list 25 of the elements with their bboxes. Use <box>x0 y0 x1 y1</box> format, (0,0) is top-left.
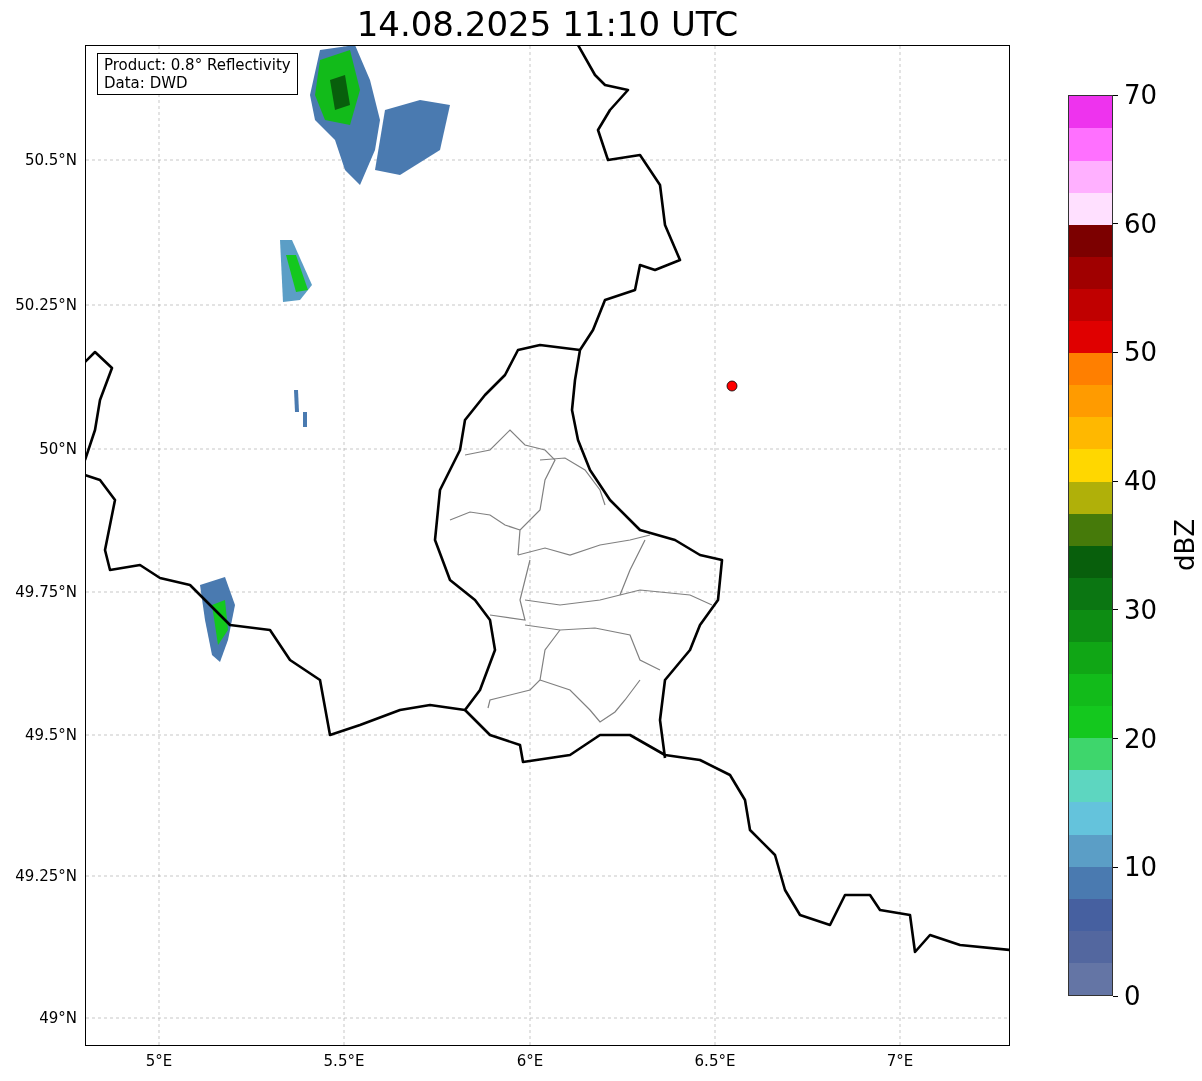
latitude-label: 50.5°N <box>24 151 77 169</box>
colorbar-tick-label: 10 <box>1124 852 1158 883</box>
location-marker <box>726 380 738 392</box>
colorbar-tick-label: 50 <box>1124 337 1158 368</box>
longitude-label: 7°E <box>886 1052 914 1070</box>
colorbar-tick-label: 60 <box>1124 208 1158 239</box>
colorbar-label: dBZ <box>1170 518 1201 572</box>
latitude-label: 49.5°N <box>24 726 77 744</box>
longitude-label: 5.5°E <box>323 1052 365 1070</box>
latitude-label: 50°N <box>39 440 77 458</box>
colorbar-tick-label: 70 <box>1124 80 1158 110</box>
longitude-label: 5°E <box>145 1052 173 1070</box>
colorbar-tick-label: 40 <box>1124 466 1158 497</box>
info-text: Data: DWD <box>104 74 189 92</box>
chart-title: 14.08.2025 11:10 UTC <box>356 3 739 45</box>
latitude-label: 49°N <box>39 1009 77 1027</box>
latitude-label: 49.25°N <box>15 867 77 885</box>
colorbar-tick-label: 20 <box>1124 723 1158 754</box>
longitude-label: 6.5°E <box>694 1052 736 1070</box>
latitude-label: 49.75°N <box>15 583 77 601</box>
latitude-label: 50.25°N <box>15 296 77 314</box>
colorbar-tick-label: 30 <box>1124 594 1158 625</box>
longitude-label: 6°E <box>516 1052 544 1070</box>
info-text: Product: 0.8° Reflectivity <box>104 56 291 74</box>
colorbar-tick-label: 0 <box>1124 981 1141 1011</box>
